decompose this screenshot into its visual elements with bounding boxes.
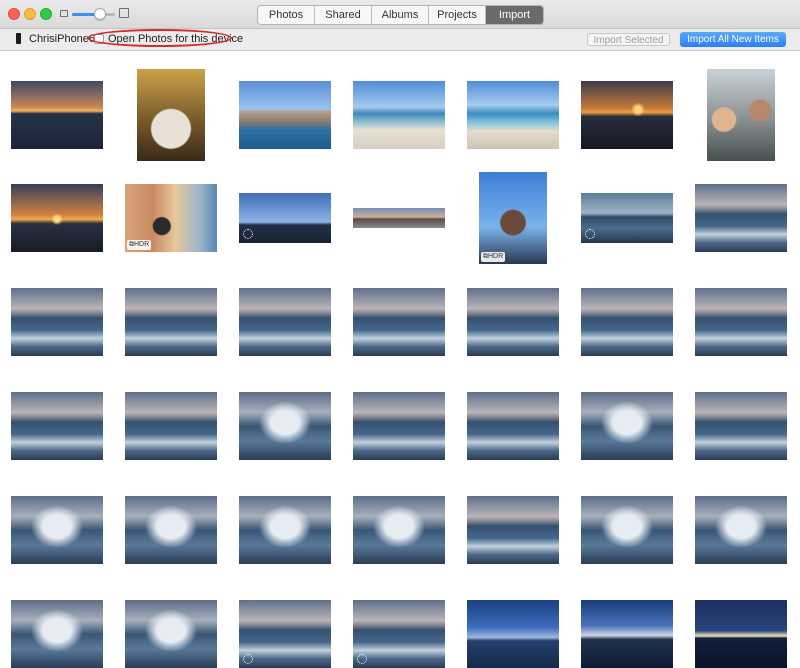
photo-thumbnail[interactable] — [137, 69, 205, 161]
photo-thumbnail[interactable]: ⧉HDR — [125, 184, 217, 252]
photo-thumbnail[interactable] — [11, 600, 103, 668]
photo-thumbnail[interactable] — [467, 600, 559, 668]
photo-thumbnail[interactable] — [695, 184, 787, 252]
import-selected-button[interactable]: Import Selected — [587, 33, 670, 46]
photo-thumbnail[interactable] — [125, 496, 217, 564]
import-all-button[interactable]: Import All New Items — [680, 32, 786, 47]
photo-thumbnail[interactable] — [467, 392, 559, 460]
photo-thumbnail[interactable] — [581, 600, 673, 668]
photo-thumbnail[interactable] — [239, 193, 331, 243]
view-tabs: Photos Shared Albums Projects Import — [257, 5, 544, 25]
photo-thumbnail[interactable] — [581, 81, 673, 149]
photo-thumbnail[interactable] — [353, 81, 445, 149]
photo-thumbnail[interactable] — [467, 496, 559, 564]
zoom-window-button[interactable] — [40, 8, 52, 20]
hdr-badge: ⧉HDR — [127, 240, 152, 250]
tab-import[interactable]: Import — [486, 6, 543, 24]
photo-thumbnail[interactable] — [695, 392, 787, 460]
photo-thumbnail[interactable] — [707, 69, 775, 161]
tab-photos[interactable]: Photos — [258, 6, 315, 24]
photo-thumbnail[interactable] — [581, 496, 673, 564]
photo-thumbnail[interactable] — [11, 288, 103, 356]
photo-thumbnail[interactable] — [353, 208, 445, 228]
live-photo-icon — [357, 654, 367, 664]
live-photo-icon — [585, 229, 595, 239]
iphone-icon — [16, 33, 21, 44]
hdr-badge: ⧉HDR — [481, 252, 506, 262]
live-photo-icon — [243, 654, 253, 664]
photo-thumbnail[interactable] — [353, 600, 445, 668]
photo-thumbnail[interactable] — [581, 193, 673, 243]
photo-thumbnail[interactable] — [125, 392, 217, 460]
photo-thumbnail[interactable] — [125, 288, 217, 356]
photo-thumbnail[interactable] — [125, 600, 217, 668]
photo-thumbnail[interactable] — [239, 600, 331, 668]
photo-thumbnail[interactable] — [695, 288, 787, 356]
photo-thumbnail[interactable] — [467, 288, 559, 356]
photo-thumbnail[interactable] — [467, 81, 559, 149]
photo-thumbnail[interactable] — [239, 496, 331, 564]
photo-thumbnail[interactable] — [695, 600, 787, 668]
tab-albums[interactable]: Albums — [372, 6, 429, 24]
photo-grid: ⧉HDR ⧉HDR — [0, 51, 800, 668]
minimize-window-button[interactable] — [24, 8, 36, 20]
photo-thumbnail[interactable] — [353, 392, 445, 460]
photo-thumbnail[interactable] — [11, 496, 103, 564]
photo-thumbnail[interactable] — [11, 184, 103, 252]
photo-thumbnail[interactable] — [581, 392, 673, 460]
photo-thumbnail[interactable] — [239, 288, 331, 356]
photo-thumbnail[interactable] — [11, 81, 103, 149]
small-photo-icon — [60, 10, 68, 17]
close-window-button[interactable] — [8, 8, 20, 20]
tab-shared[interactable]: Shared — [315, 6, 372, 24]
photo-thumbnail[interactable] — [353, 288, 445, 356]
photo-thumbnail[interactable] — [11, 392, 103, 460]
photo-thumbnail[interactable] — [695, 496, 787, 564]
photo-thumbnail[interactable] — [239, 81, 331, 149]
live-photo-icon — [243, 229, 253, 239]
tab-projects[interactable]: Projects — [429, 6, 486, 24]
photo-thumbnail[interactable] — [353, 496, 445, 564]
title-bar: Photos Shared Albums Projects Import — [0, 0, 800, 29]
thumbnail-size-slider[interactable] — [72, 8, 115, 20]
slider-knob[interactable] — [93, 8, 106, 20]
photo-thumbnail[interactable] — [239, 392, 331, 460]
highlight-annotation — [87, 29, 232, 47]
large-photo-icon — [119, 8, 129, 18]
photo-thumbnail[interactable] — [581, 288, 673, 356]
photo-thumbnail[interactable]: ⧉HDR — [479, 172, 547, 264]
